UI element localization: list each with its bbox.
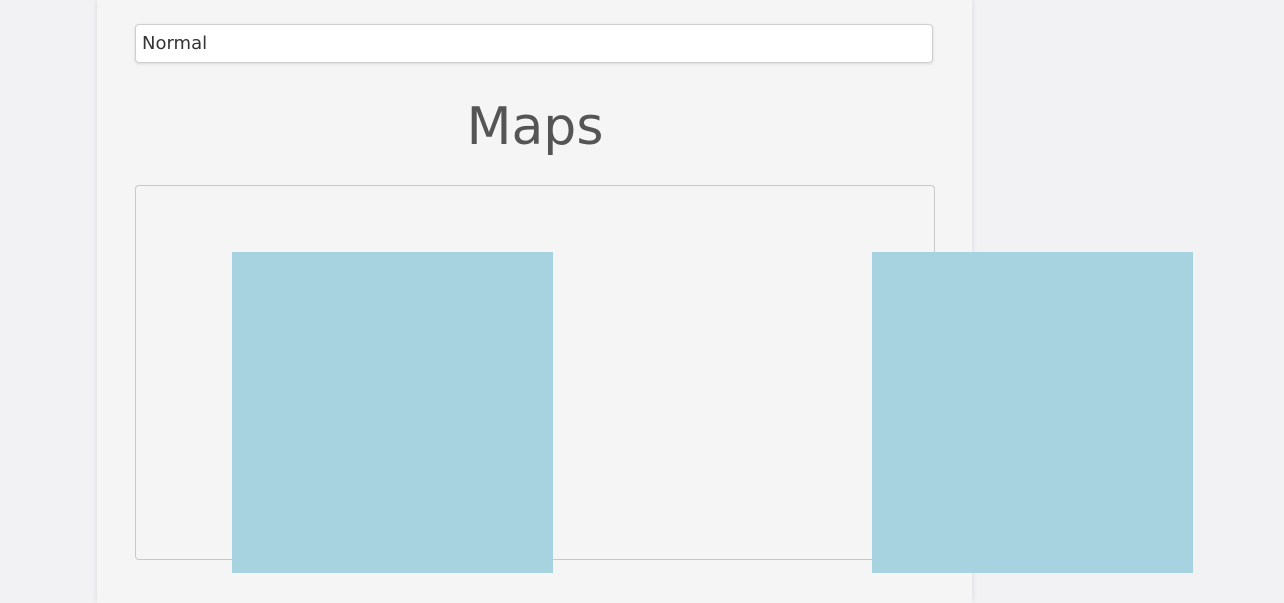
page-title: Maps	[466, 97, 604, 157]
map-style-select-value: Normal	[142, 33, 208, 54]
map-tile-left[interactable]	[232, 252, 553, 573]
map-tile-right[interactable]	[872, 252, 1193, 573]
map-style-select[interactable]: Normal	[135, 24, 933, 63]
